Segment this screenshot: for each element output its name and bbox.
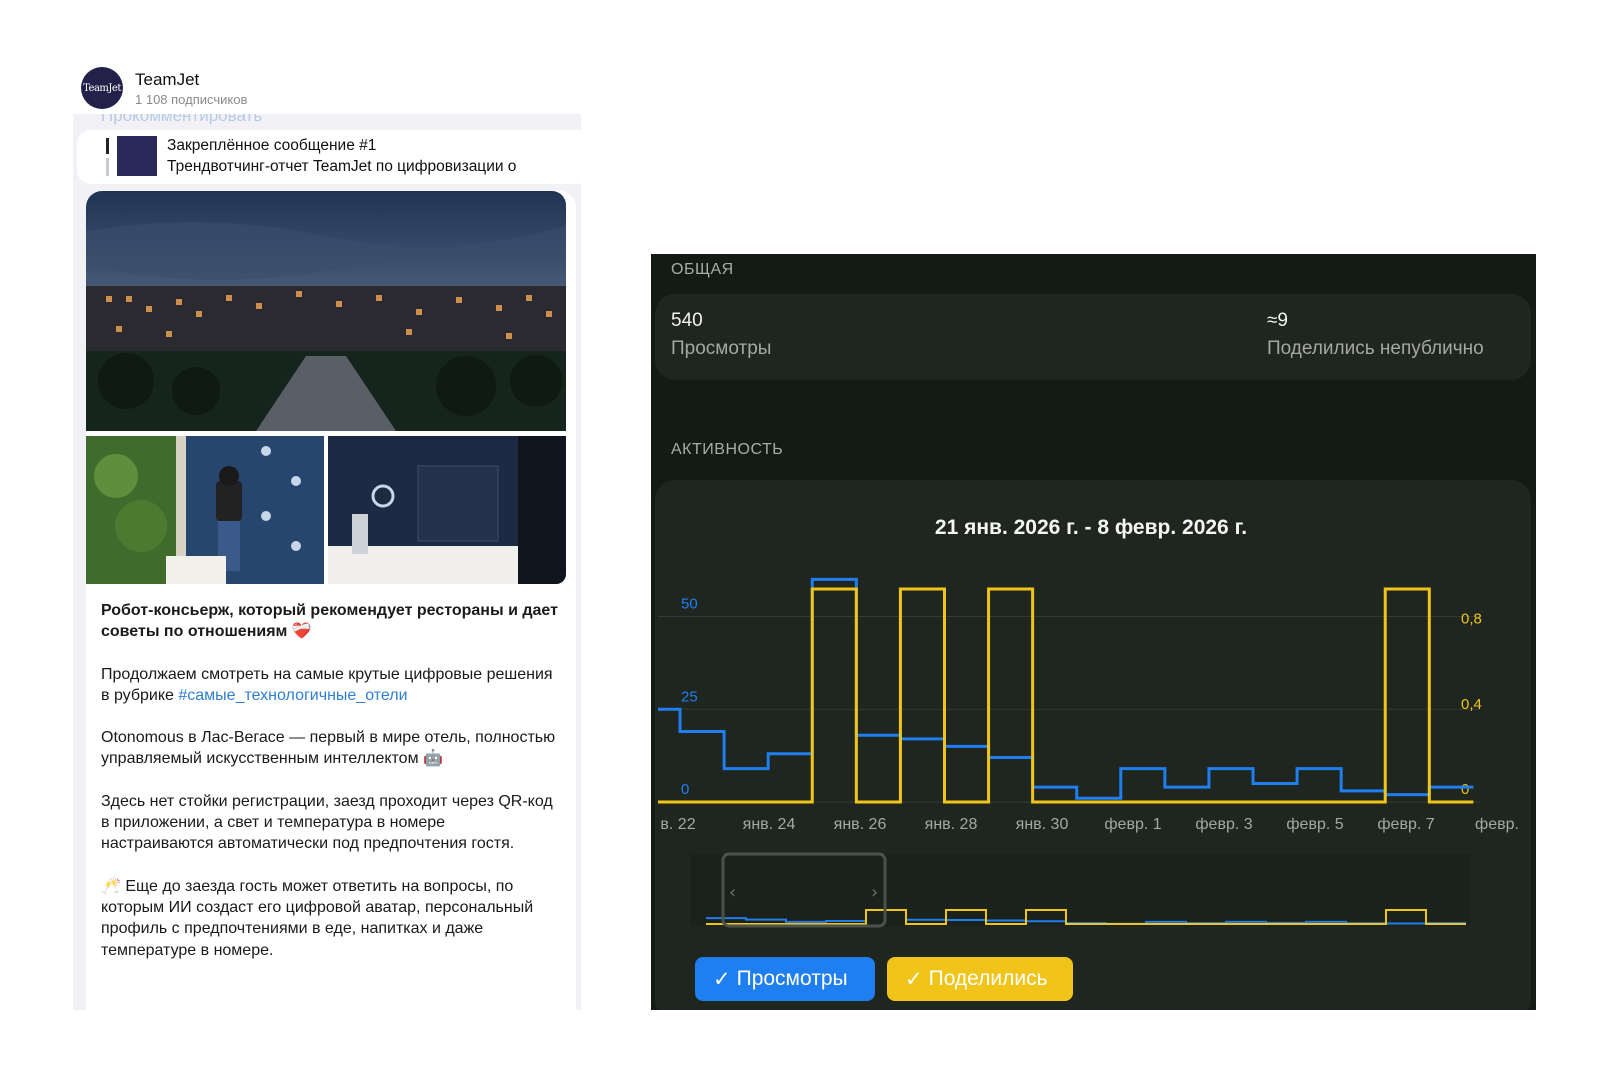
post-statistics-panel: ОБЩАЯ 540 Просмотры ≈9 Поделились непубл… [651, 254, 1536, 1010]
activity-chart: 0 25 50 0 0,4 0,8 в. 22 янв. 24 янв. 26 янв. 28 ян… [658, 577, 1519, 928]
channel-name: TeamJet [135, 70, 200, 89]
views-filter-button[interactable]: ✓ Просмотры [695, 957, 875, 1001]
y-tick-label-left: 50 [681, 596, 698, 613]
x-tick-label: янв. 24 [743, 816, 796, 833]
shares-filter-button[interactable]: ✓ Поделились [887, 957, 1073, 1001]
views-filter-label: Просмотры [736, 967, 848, 990]
post-paragraph-2: Otonomous в Лас-Вегасе — первый в мире о… [101, 729, 556, 768]
hashtag-link[interactable]: #самые_технологичные_отели [178, 687, 407, 704]
y-tick-label-left: 25 [681, 688, 698, 705]
shares-filter-label: Поделились [928, 967, 1048, 990]
channel-header[interactable]: TeamJet TeamJet 1 108 подписчиков [73, 58, 581, 114]
hotel-display-photo[interactable] [328, 436, 566, 584]
x-tick-label: янв. 28 [925, 816, 978, 833]
telegram-channel-view: TeamJet TeamJet 1 108 подписчиков Проком… [73, 58, 581, 1010]
subscriber-count: 1 108 подписчиков [135, 92, 248, 107]
x-tick-label: февр. 5 [1286, 816, 1343, 833]
channel-avatar[interactable]: TeamJet [81, 67, 123, 109]
x-tick-label: янв. 30 [1016, 816, 1069, 833]
post-paragraph-1: Продолжаем смотреть на самые крутые цифр… [101, 664, 561, 707]
y-tick-label-left: 0 [681, 781, 689, 798]
post-text: Робот-консьерж, который рекомендует рест… [101, 600, 561, 982]
check-icon: ✓ [905, 967, 923, 991]
navigator-left-handle-icon: ‹ [729, 882, 736, 903]
x-tick-label: февр. 7 [1377, 816, 1434, 833]
post-bubble: Робот-консьерж, который рекомендует рест… [86, 191, 576, 1010]
robot-concierge-photo[interactable] [86, 436, 324, 584]
y-tick-label-right: 0 [1461, 781, 1469, 798]
post-paragraph-4: 🥂 Еще до заезда гость может ответить на … [101, 877, 534, 959]
x-tick-label: февр. 1 [1104, 816, 1161, 833]
y-tick-label-right: 0,8 [1461, 611, 1482, 628]
pinned-message-bar[interactable]: Закреплённое сообщение #1 Трендвотчинг-о… [77, 130, 581, 184]
series-line [658, 577, 1474, 800]
y-tick-label-right: 0,4 [1461, 696, 1482, 713]
navigator-track [691, 854, 1471, 926]
series-line [658, 587, 1474, 804]
x-tick-label: февр. [1475, 816, 1519, 833]
pinned-preview-text: Трендвотчинг-отчет TeamJet по цифровизац… [167, 158, 517, 175]
x-tick-label: янв. 26 [834, 816, 887, 833]
x-tick-label: в. 22 [660, 816, 695, 833]
x-tick-label: февр. 3 [1195, 816, 1252, 833]
pinned-indicator [106, 138, 109, 154]
pinned-thumbnail [117, 136, 157, 176]
post-title: Робот-консьерж, который рекомендует рест… [101, 602, 558, 641]
pinned-title: Закреплённое сообщение #1 [167, 137, 377, 154]
check-icon: ✓ [713, 967, 731, 991]
navigator-right-handle-icon: › [871, 882, 878, 903]
post-paragraph-3: Здесь нет стойки регистрации, заезд прох… [101, 792, 553, 853]
pinned-indicator-secondary [106, 158, 109, 176]
hotel-night-photo[interactable] [86, 191, 566, 431]
